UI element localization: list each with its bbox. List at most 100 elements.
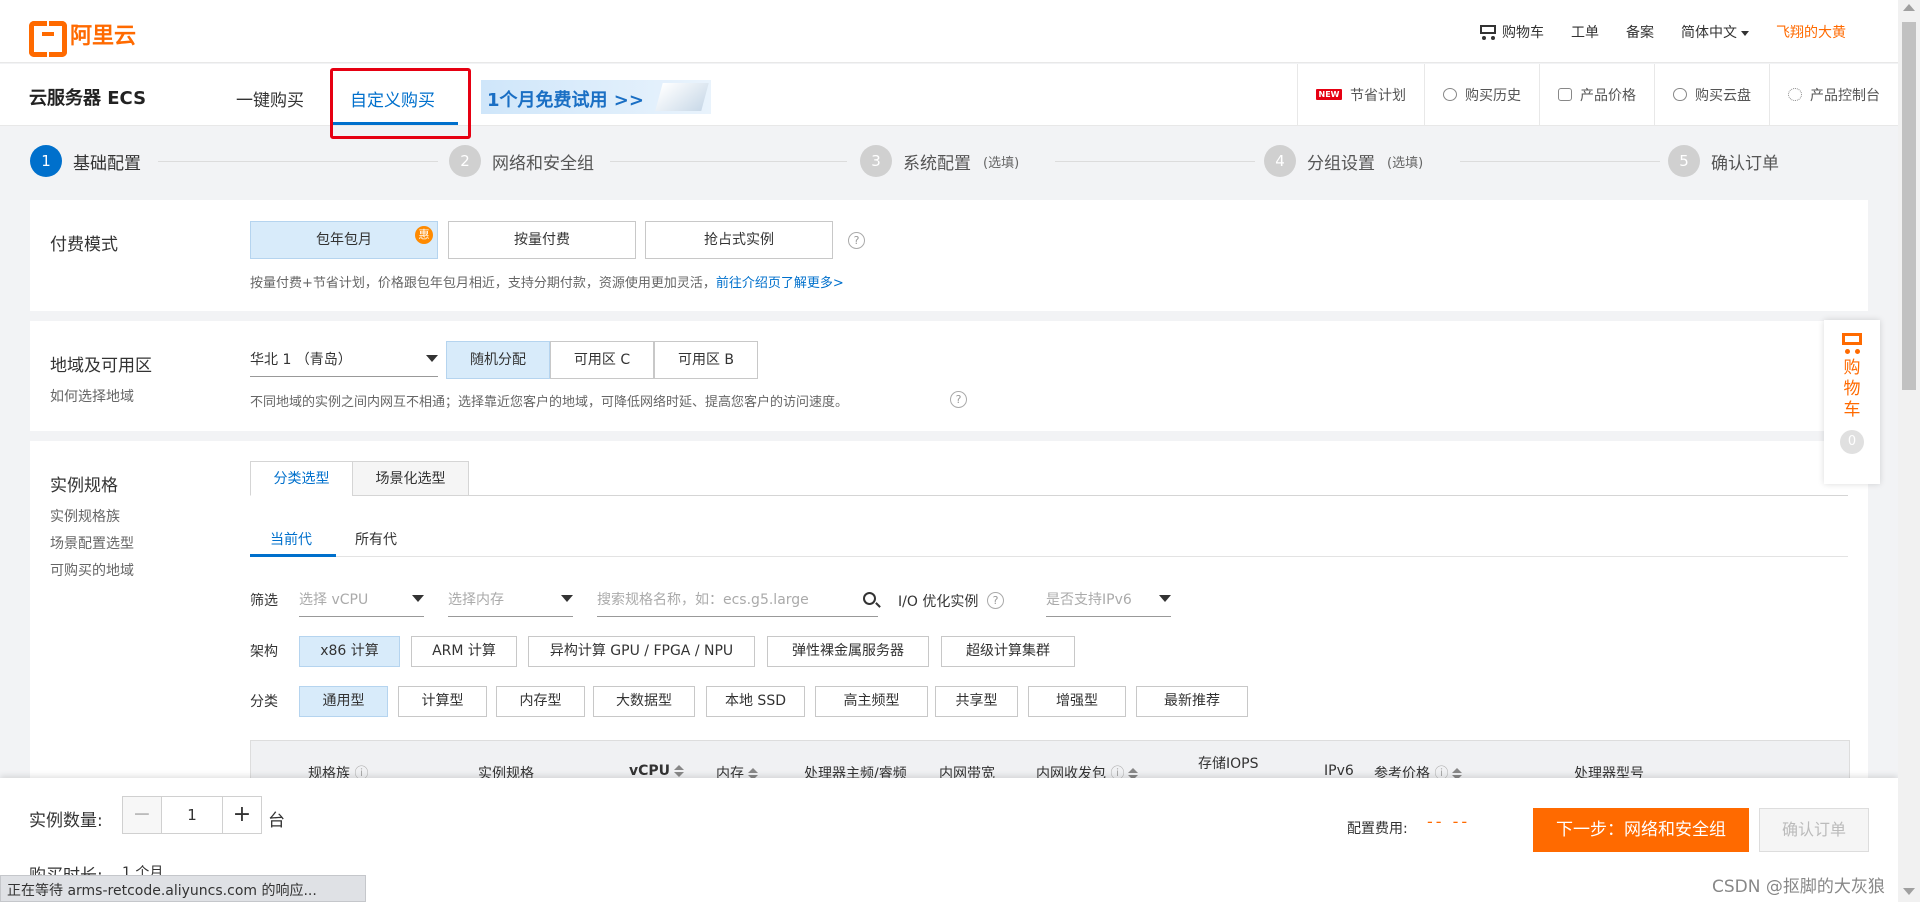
region-tip: 不同地域的实例之间内网互不相通；选择靠近您客户的地域，可降低网络时延、提高您客户… [250, 395, 849, 410]
step-group[interactable]: 4 分组设置 (选填) [1264, 145, 1423, 177]
zone-b-button[interactable]: 可用区 B [654, 341, 758, 379]
savings-plan-link[interactable]: NEW 节省计划 [1297, 64, 1424, 125]
next-step-button[interactable]: 下一步：网络和安全组 [1533, 808, 1749, 852]
product-title: 云服务器 ECS [29, 88, 147, 109]
floating-cart[interactable]: 购物车 0 [1824, 320, 1880, 484]
language-select[interactable]: 简体中文 [1681, 22, 1749, 42]
scroll-thumb[interactable] [1902, 22, 1916, 390]
caret-down-icon [1159, 595, 1171, 608]
fee-label: 配置费用: [1347, 821, 1408, 837]
filing-link[interactable]: 备案 [1626, 22, 1654, 42]
highlight-box [330, 68, 471, 139]
scroll-up-icon[interactable] [1903, 4, 1915, 11]
product-bar: 云服务器 ECS 一键购买 自定义购买 1个月免费试用 >> NEW 节省计划 购… [0, 64, 1898, 126]
wizard-steps: 1 基础配置 2 网络和安全组 3 系统配置 (选填) 4 分组设置 (选填) 5 确认订单 [0, 145, 1898, 177]
arch-x86-button[interactable]: x86 计算 [299, 636, 400, 667]
billing-tip: 按量付费+节省计划，价格跟包年包月相近，支持分期付款，资源使用更加灵活，前往介绍… [250, 276, 844, 291]
aliyun-logo-icon [29, 21, 67, 57]
step-basic[interactable]: 1 基础配置 [30, 145, 141, 177]
step-system[interactable]: 3 系统配置 (选填) [860, 145, 1019, 177]
step-network[interactable]: 2 网络和安全组 [449, 145, 594, 177]
vcpu-select[interactable]: 选择 vCPU [299, 581, 424, 617]
cat-bigdata-button[interactable]: 大数据型 [593, 686, 695, 717]
confirm-order-button[interactable]: 确认订单 [1759, 808, 1869, 852]
spec-search-input[interactable]: 搜索规格名称，如：ecs.g5.large [597, 581, 878, 617]
cat-enhanced-button[interactable]: 增强型 [1028, 686, 1126, 717]
fee-value: -- -- [1427, 812, 1471, 831]
scenario-config-link[interactable]: 场景配置选型 [50, 533, 134, 553]
caret-down-icon [426, 355, 438, 368]
clock-icon [1443, 88, 1457, 101]
cart-icon [1478, 22, 1498, 40]
cart-icon [1839, 330, 1865, 354]
arch-arm-button[interactable]: ARM 计算 [411, 636, 517, 667]
tab-current-gen[interactable]: 当前代 [270, 529, 312, 549]
cat-general-button[interactable]: 通用型 [299, 686, 388, 717]
cat-recommended-button[interactable]: 最新推荐 [1136, 686, 1248, 717]
col-ipv6: IPv6 [1324, 763, 1354, 779]
instance-panel: 实例规格 实例规格族 场景配置选型 可购买的地域 分类选型 场景化选型 当前代 … [30, 441, 1868, 781]
help-icon[interactable]: ? [987, 592, 1004, 609]
gear-icon [1788, 88, 1802, 101]
billing-payg-button[interactable]: 按量付费 [448, 221, 636, 259]
discount-badge: 惠 [415, 226, 433, 244]
region-title: 地域及可用区 [50, 356, 152, 376]
filter-label: 筛选 [250, 593, 278, 609]
browser-status-bar: 正在等待 arms-retcode.aliyuncs.com 的响应... [0, 875, 366, 902]
logo-text: 阿里云 [70, 24, 137, 49]
user-name[interactable]: 飞翔的大黄 [1776, 22, 1846, 42]
quantity-stepper[interactable]: − 1 + [122, 796, 262, 834]
memory-select[interactable]: 选择内存 [448, 581, 573, 617]
billing-title: 付费模式 [50, 235, 118, 255]
search-icon[interactable] [863, 592, 876, 605]
cart-link[interactable]: 购物车 [1451, 22, 1544, 42]
billing-panel: 付费模式 包年包月惠 按量付费 抢占式实例 ? 按量付费+节省计划，价格跟包年包… [30, 200, 1868, 311]
available-regions-link[interactable]: 可购买的地域 [50, 560, 134, 580]
scroll-down-icon[interactable] [1903, 888, 1915, 895]
zone-c-button[interactable]: 可用区 C [550, 341, 654, 379]
help-icon[interactable]: ? [950, 391, 967, 408]
col-vcpu[interactable]: vCPU [629, 763, 684, 779]
arch-label: 架构 [250, 644, 278, 660]
tab-quick-buy[interactable]: 一键购买 [236, 86, 304, 111]
billing-spot-button[interactable]: 抢占式实例 [645, 221, 833, 259]
cat-compute-button[interactable]: 计算型 [398, 686, 487, 717]
ipv6-select[interactable]: 是否支持IPv6 [1046, 581, 1171, 617]
tab-all-gen[interactable]: 所有代 [355, 529, 397, 549]
arch-bare-metal-button[interactable]: 弹性裸金属服务器 [767, 636, 929, 667]
cube-icon [655, 83, 709, 111]
aliyun-logo[interactable]: 阿里云 [29, 18, 137, 57]
region-select[interactable]: 华北 1 （青岛） [250, 341, 438, 377]
console-link[interactable]: 产品控制台 [1769, 64, 1898, 125]
region-panel: 地域及可用区 如何选择地域 华北 1 （青岛） 随机分配 可用区 C 可用区 B… [30, 321, 1868, 431]
tab-category-select[interactable]: 分类选型 [250, 461, 353, 496]
step-confirm[interactable]: 5 确认订单 [1668, 145, 1779, 177]
arch-gpu-button[interactable]: 异构计算 GPU / FPGA / NPU [528, 636, 755, 667]
sort-icon[interactable] [674, 765, 684, 777]
decrement-button[interactable]: − [123, 797, 161, 833]
tab-scenario-select[interactable]: 场景化选型 [352, 461, 469, 496]
region-help-link[interactable]: 如何选择地域 [50, 386, 134, 406]
cat-local-ssd-button[interactable]: 本地 SSD [706, 686, 805, 717]
arch-hpc-button[interactable]: 超级计算集群 [941, 636, 1075, 667]
billing-subscription-button[interactable]: 包年包月惠 [250, 221, 438, 259]
increment-button[interactable]: + [223, 797, 261, 833]
buy-disk-link[interactable]: 购买云盘 [1654, 64, 1769, 125]
cat-shared-button[interactable]: 共享型 [935, 686, 1018, 717]
document-icon [1558, 88, 1572, 101]
cart-count-badge: 0 [1840, 430, 1864, 454]
learn-more-link[interactable]: 前往介绍页了解更多> [716, 276, 844, 291]
cat-high-freq-button[interactable]: 高主频型 [815, 686, 928, 717]
io-optimized-label: I/O 优化实例 [898, 594, 979, 610]
top-bar: 阿里云 购物车 工单 备案 简体中文 飞翔的大黄 [0, 0, 1898, 63]
caret-down-icon [412, 595, 424, 608]
cat-memory-button[interactable]: 内存型 [496, 686, 585, 717]
quantity-input[interactable]: 1 [161, 797, 223, 833]
zone-random-button[interactable]: 随机分配 [446, 341, 550, 379]
purchase-history-link[interactable]: 购买历史 [1424, 64, 1539, 125]
help-icon[interactable]: ? [848, 232, 865, 249]
product-price-link[interactable]: 产品价格 [1539, 64, 1654, 125]
free-trial-banner[interactable]: 1个月免费试用 >> [481, 80, 711, 114]
tickets-link[interactable]: 工单 [1571, 22, 1599, 42]
instance-family-link[interactable]: 实例规格族 [50, 506, 120, 526]
